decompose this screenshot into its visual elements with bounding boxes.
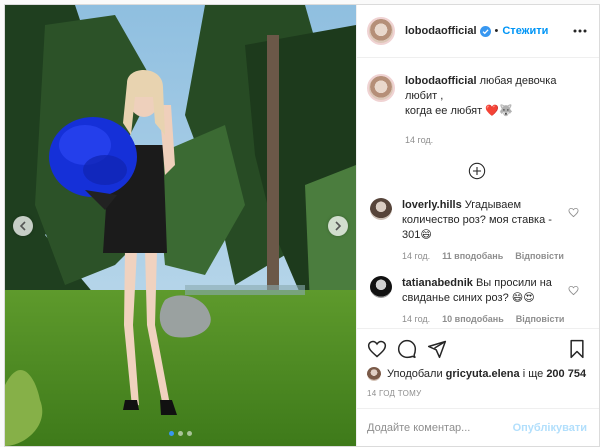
post-image — [5, 5, 356, 446]
carousel-prev-button[interactable] — [13, 216, 33, 236]
caption-line-2: когда ее любят — [405, 105, 483, 117]
heart-icon[interactable] — [367, 339, 387, 359]
reply-button[interactable]: Відповісти — [516, 312, 565, 327]
chevron-left-icon — [19, 221, 26, 231]
post-photo[interactable] — [5, 5, 356, 446]
plus-circle-icon[interactable] — [468, 162, 486, 180]
comment-avatar[interactable] — [370, 198, 392, 220]
post-side-panel: lobodaofficial • Стежити lobodaofficial … — [356, 5, 599, 446]
verified-icon — [479, 25, 491, 37]
load-more-comments[interactable] — [367, 162, 587, 180]
follow-button[interactable]: Стежити — [502, 25, 548, 37]
post-actions: Уподобали gricyuta.elena і ще 200 754 14… — [357, 328, 599, 408]
comment-item: tatianabednik Вы просили на свиданье син… — [367, 276, 587, 327]
liker-avatar[interactable] — [367, 367, 381, 381]
post-timestamp[interactable]: 14 ГОД ТОМУ — [367, 389, 587, 398]
carousel-dot — [169, 431, 174, 436]
carousel-dot — [178, 431, 183, 436]
reply-button[interactable]: Відповісти — [515, 249, 564, 264]
comment-body: tatianabednik Вы просили на свиданье син… — [402, 276, 572, 327]
comment-meta: 14 год. 10 вподобань Відповісти — [402, 312, 572, 327]
comments-section: lobodaofficial любая девочка любит , ког… — [357, 58, 599, 328]
likes-count[interactable]: 200 754 — [546, 368, 586, 380]
caption-time[interactable]: 14 год. — [405, 133, 587, 148]
comment-body: loverly.hills Угадываем количество роз? … — [402, 198, 572, 264]
comment-likes[interactable]: 11 вподобань — [442, 249, 503, 264]
liker-username[interactable]: gricyuta.elena — [446, 368, 520, 380]
post-card: lobodaofficial • Стежити lobodaofficial … — [4, 4, 600, 447]
caption-avatar[interactable] — [367, 74, 395, 102]
carousel-dot — [187, 431, 192, 436]
comment-time[interactable]: 14 год. — [402, 312, 430, 327]
likes-summary: Уподобали gricyuta.elena і ще 200 754 — [367, 367, 587, 381]
add-comment-bar: Опублікувати — [357, 408, 599, 446]
share-icon[interactable] — [427, 339, 447, 359]
caption-emoji: ❤️🐺 — [485, 105, 513, 117]
caption-username[interactable]: lobodaofficial — [405, 75, 477, 87]
comment-username[interactable]: loverly.hills — [402, 199, 462, 211]
comment-time[interactable]: 14 год. — [402, 249, 430, 264]
more-icon[interactable] — [573, 29, 587, 33]
post-caption: lobodaofficial любая девочка любит , ког… — [367, 74, 587, 148]
comment-like-heart-icon[interactable] — [568, 207, 579, 218]
caption-text: lobodaofficial любая девочка любит , ког… — [405, 74, 587, 148]
comment-input[interactable] — [367, 421, 513, 434]
header-separator: • — [494, 25, 499, 37]
comment-username[interactable]: tatianabednik — [402, 277, 473, 289]
author-avatar[interactable] — [367, 17, 395, 45]
comment-meta: 14 год. 11 вподобань Відповісти — [402, 249, 572, 264]
author-username[interactable]: lobodaofficial — [405, 25, 477, 37]
comment-icon[interactable] — [397, 339, 417, 359]
comment-likes[interactable]: 10 вподобань — [442, 312, 504, 327]
post-header: lobodaofficial • Стежити — [357, 5, 599, 58]
comment-avatar[interactable] — [370, 276, 392, 298]
publish-button[interactable]: Опублікувати — [513, 422, 587, 434]
carousel-indicator — [5, 431, 356, 436]
action-bar — [367, 337, 587, 361]
bookmark-icon[interactable] — [567, 339, 587, 359]
likes-and: і ще — [522, 368, 544, 380]
carousel-next-button[interactable] — [328, 216, 348, 236]
comment-item: loverly.hills Угадываем количество роз? … — [367, 198, 587, 264]
chevron-right-icon — [335, 221, 342, 231]
likes-prefix: Уподобали — [387, 368, 443, 380]
comment-like-heart-icon[interactable] — [568, 285, 579, 296]
